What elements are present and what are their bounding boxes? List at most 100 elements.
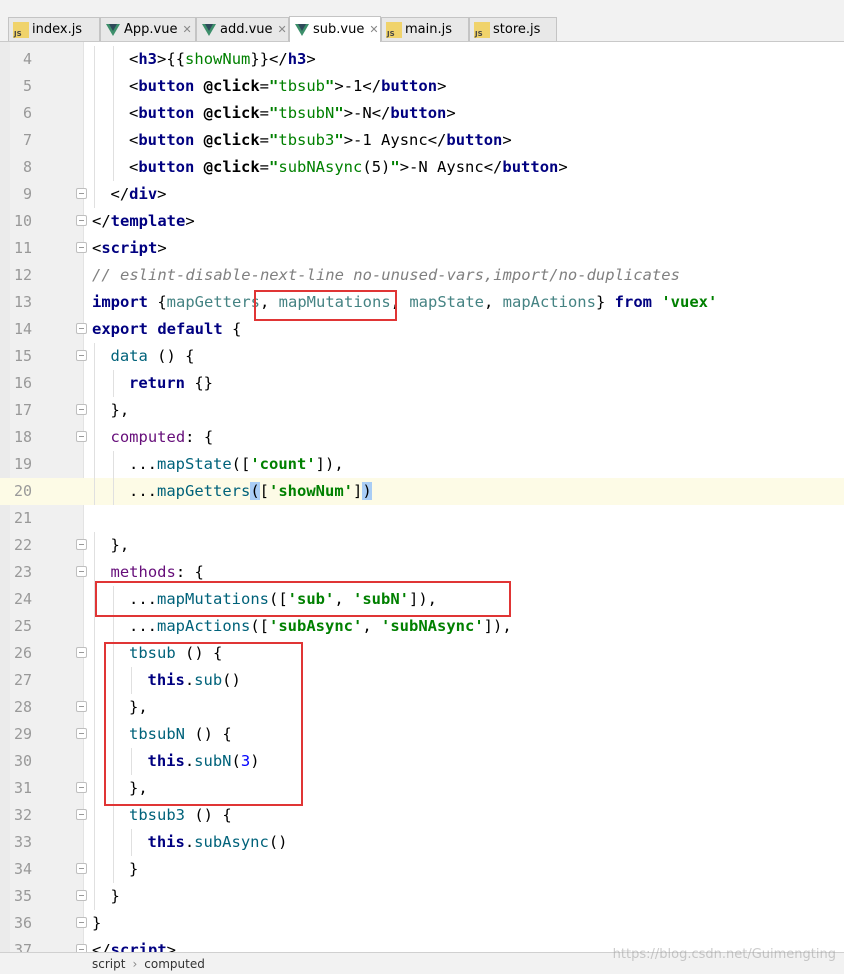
breadcrumb-script[interactable]: script — [92, 957, 125, 971]
line-number: 33 — [13, 833, 32, 851]
code-line[interactable]: 14 export default { — [0, 316, 844, 343]
code-line[interactable]: 22}, — [0, 532, 844, 559]
code-token: () — [268, 833, 288, 851]
code-token: import — [92, 293, 158, 311]
fold-marker-icon[interactable] — [76, 188, 87, 199]
code-line[interactable]: 6 <button @click="tbsubN">-N</button> — [0, 100, 844, 127]
indent-guide — [94, 667, 95, 694]
code-line[interactable]: 5 <button @click="tbsub">-1</button> — [0, 73, 844, 100]
fold-marker-icon[interactable] — [76, 566, 87, 577]
code-line[interactable]: 36} — [0, 910, 844, 937]
code-text: </div> — [111, 181, 167, 208]
code-line[interactable]: 23 methods: { — [0, 559, 844, 586]
code-line[interactable]: 18 computed: { — [0, 424, 844, 451]
fold-marker-icon[interactable] — [76, 863, 87, 874]
fold-marker-icon[interactable] — [76, 701, 87, 712]
close-icon[interactable]: ✕ — [278, 23, 287, 36]
code-line[interactable]: 16 return {} — [0, 370, 844, 397]
code-text: </template> — [92, 208, 195, 235]
code-line[interactable]: 15 data () { — [0, 343, 844, 370]
fold-marker-icon[interactable] — [76, 323, 87, 334]
tab-store-js[interactable]: store.js — [469, 17, 557, 41]
tab-index-js[interactable]: index.js — [8, 17, 100, 41]
code-line[interactable]: 28}, — [0, 694, 844, 721]
code-token: " — [269, 104, 279, 122]
code-line[interactable]: 27 this.sub() — [0, 667, 844, 694]
code-editor[interactable]: 4 <h3>{{showNum}}</h3> 5 <button @click="tb… — [0, 42, 844, 952]
fold-marker-icon[interactable] — [76, 728, 87, 739]
code-token: < — [92, 239, 102, 257]
line-number: 19 — [13, 455, 32, 473]
code-line[interactable]: 7 <button @click="tbsub3">-1 Aysnc</butto… — [0, 127, 844, 154]
code-token: 'subAsync' — [269, 617, 363, 635]
code-line[interactable]: 19 ...mapState(['count']), — [0, 451, 844, 478]
indent-guide — [112, 46, 114, 73]
tab-main-js[interactable]: main.js — [381, 17, 469, 41]
code-line[interactable]: 30 this.subN(3) — [0, 748, 844, 775]
fold-marker-icon[interactable] — [76, 215, 87, 226]
code-line[interactable]: 29 tbsubN () { — [0, 721, 844, 748]
line-number: 20 — [13, 482, 32, 500]
code-line[interactable]: 32 tbsub3 () { — [0, 802, 844, 829]
code-token: " — [269, 131, 279, 149]
code-line[interactable]: 12 // eslint-disable-next-line no-unused-… — [0, 262, 844, 289]
code-line[interactable]: 31}, — [0, 775, 844, 802]
code-token: < — [129, 104, 139, 122]
code-token: script — [110, 941, 167, 952]
tab-App-vue[interactable]: App.vue ✕ — [100, 17, 196, 41]
fold-marker-icon[interactable] — [76, 431, 87, 442]
code-token: ([ — [250, 617, 269, 635]
fold-marker-icon[interactable] — [76, 782, 87, 793]
code-line[interactable]: 10 </template> — [0, 208, 844, 235]
code-text: ...mapMutations(['sub', 'subN']), — [129, 586, 437, 613]
code-line[interactable]: 24 ...mapMutations(['sub', 'subN']), — [0, 586, 844, 613]
fold-marker-icon[interactable] — [76, 539, 87, 550]
fold-marker-icon[interactable] — [76, 890, 87, 901]
code-token: {{ — [166, 50, 186, 68]
tab-sub-vue[interactable]: sub.vue ✕ — [289, 16, 381, 42]
indent-guide — [94, 532, 95, 559]
code-line[interactable]: 33 this.subAsync() — [0, 829, 844, 856]
code-line[interactable]: 8 <button @click="subNAsync(5)">-N Aysnc<… — [0, 154, 844, 181]
code-token: subN — [194, 752, 232, 770]
code-line[interactable]: 25 ...mapActions(['subAsync', 'subNAsync'… — [0, 613, 844, 640]
code-line[interactable]: 11 <script> — [0, 235, 844, 262]
close-icon[interactable]: ✕ — [369, 23, 378, 36]
tab-label: main.js — [405, 22, 452, 37]
editor-tab-bar: index.js App.vue ✕ add.vue ✕ sub.vue ✕ main.js s… — [0, 0, 844, 42]
code-line[interactable]: 20 ...mapGetters(['showNum']) — [0, 478, 844, 505]
code-token: " — [325, 77, 335, 95]
code-token: < — [129, 158, 139, 176]
fold-marker-icon[interactable] — [76, 917, 87, 928]
code-token: ... — [129, 590, 157, 608]
close-icon[interactable]: ✕ — [182, 23, 191, 36]
tab-label: store.js — [493, 22, 541, 37]
code-line[interactable]: 9 </div> — [0, 181, 844, 208]
code-token: { — [157, 293, 167, 311]
indent-guide — [112, 127, 114, 154]
indent-guide — [94, 370, 95, 397]
fold-marker-icon[interactable] — [76, 809, 87, 820]
code-line[interactable]: 26 tbsub () { — [0, 640, 844, 667]
fold-marker-icon[interactable] — [76, 242, 87, 253]
fold-marker-icon[interactable] — [76, 404, 87, 415]
fold-marker-icon[interactable] — [76, 944, 87, 952]
code-line[interactable]: 21 — [0, 505, 844, 532]
fold-marker-icon[interactable] — [76, 350, 87, 361]
code-token: , — [390, 293, 410, 311]
code-line[interactable]: 34} — [0, 856, 844, 883]
code-line[interactable]: 13 import {mapGetters, mapMutations, mapS… — [0, 289, 844, 316]
code-token: {} — [194, 374, 213, 392]
code-line[interactable]: 4 <h3>{{showNum}}</h3> — [0, 46, 844, 73]
code-line[interactable]: 35} — [0, 883, 844, 910]
code-token: 3 — [240, 752, 251, 770]
code-token: , — [334, 590, 353, 608]
breadcrumb-computed[interactable]: computed — [144, 957, 205, 971]
code-line[interactable]: 17}, — [0, 397, 844, 424]
code-token: mapMutations — [157, 590, 269, 608]
indent-guide — [94, 127, 95, 154]
fold-marker-icon[interactable] — [76, 647, 87, 658]
code-token: 'subN' — [353, 590, 409, 608]
indent-guide — [94, 343, 95, 370]
tab-add-vue[interactable]: add.vue ✕ — [196, 17, 289, 41]
